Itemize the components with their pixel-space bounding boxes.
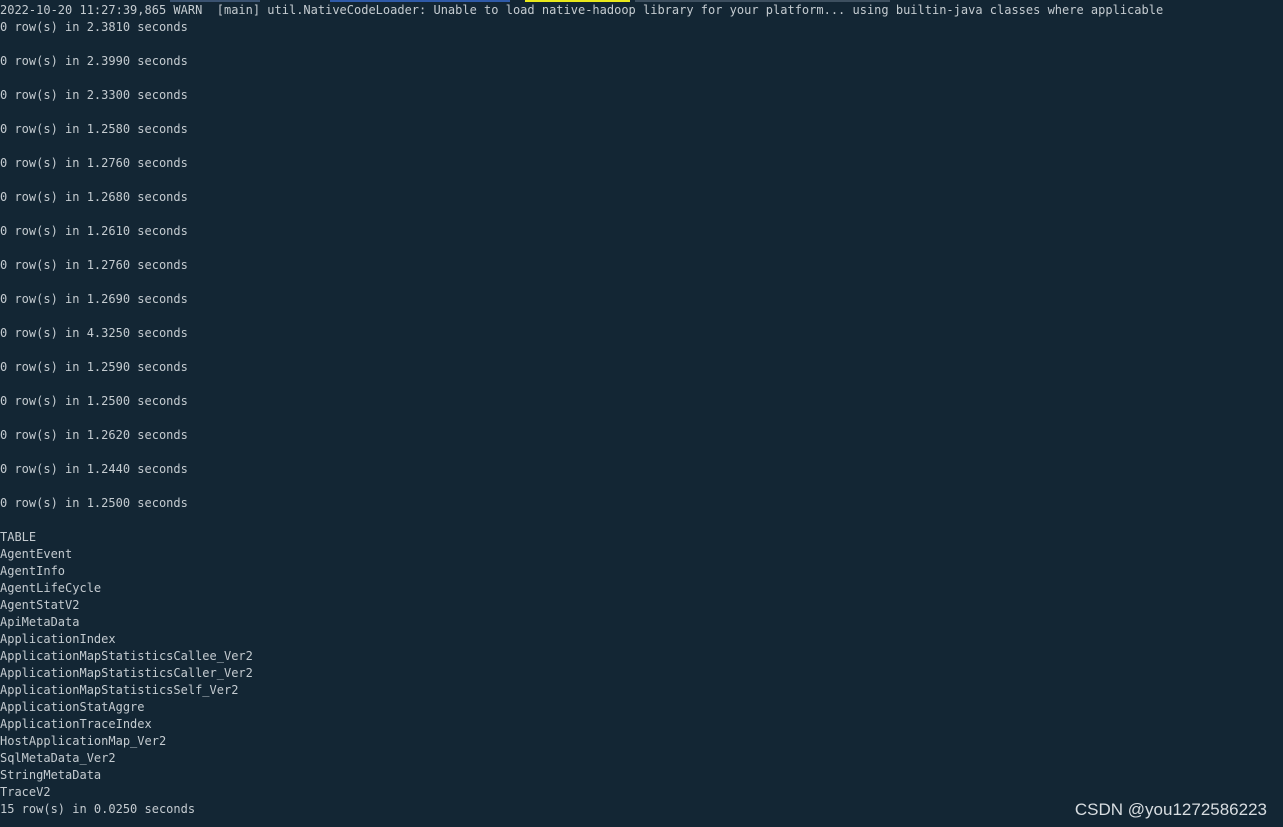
table-name: SqlMetaData_Ver2 — [0, 751, 116, 765]
output-line: 0 row(s) in 1.2580 seconds — [0, 122, 188, 136]
output-line: 0 row(s) in 2.3810 seconds — [0, 20, 188, 34]
output-line: 0 row(s) in 2.3300 seconds — [0, 88, 188, 102]
terminal-window[interactable]: 2022-10-20 11:27:39,865 WARN [main] util… — [0, 0, 1283, 827]
output-line: 0 row(s) in 1.2500 seconds — [0, 496, 188, 510]
output-line: 0 row(s) in 1.2760 seconds — [0, 258, 188, 272]
table-header: TABLE — [0, 530, 37, 544]
table-name: StringMetaData — [0, 768, 102, 782]
table-name: AgentInfo — [0, 564, 66, 578]
table-name: ApplicationMapStatisticsSelf_Ver2 — [0, 683, 239, 697]
table-name: AgentStatV2 — [0, 598, 80, 612]
top-tab-strip-1 — [170, 0, 260, 2]
table-name: ApplicationIndex — [0, 632, 116, 646]
warn-line: 2022-10-20 11:27:39,865 WARN [main] util… — [0, 3, 1164, 17]
table-name: TraceV2 — [0, 785, 51, 799]
output-line: 0 row(s) in 1.2760 seconds — [0, 156, 188, 170]
output-line: 0 row(s) in 2.3990 seconds — [0, 54, 188, 68]
output-line: 0 row(s) in 1.2680 seconds — [0, 190, 188, 204]
top-tab-strip-2 — [330, 0, 510, 2]
table-name: ApplicationTraceIndex — [0, 717, 152, 731]
csdn-watermark: CSDN @you1272586223 — [1074, 800, 1267, 819]
table-name: AgentEvent — [0, 547, 73, 561]
table-name: AgentLifeCycle — [0, 581, 102, 595]
output-line: 0 row(s) in 1.2690 seconds — [0, 292, 188, 306]
table-name: ApplicationMapStatisticsCallee_Ver2 — [0, 649, 253, 663]
output-line: 0 row(s) in 1.2590 seconds — [0, 360, 188, 374]
table-name: ApplicationMapStatisticsCaller_Ver2 — [0, 666, 253, 680]
output-line: 0 row(s) in 1.2500 seconds — [0, 394, 188, 408]
output-line: 0 row(s) in 4.3250 seconds — [0, 326, 188, 340]
output-line: 0 row(s) in 1.2610 seconds — [0, 224, 188, 238]
table-name: ApplicationStatAggre — [0, 700, 145, 714]
top-tab-strip-4 — [635, 0, 890, 2]
table-name: ApiMetaData — [0, 615, 80, 629]
top-tab-strip-3 — [525, 0, 630, 2]
table-name: HostApplicationMap_Ver2 — [0, 734, 167, 748]
output-line: 0 row(s) in 1.2620 seconds — [0, 428, 188, 442]
output-line: 0 row(s) in 1.2440 seconds — [0, 462, 188, 476]
